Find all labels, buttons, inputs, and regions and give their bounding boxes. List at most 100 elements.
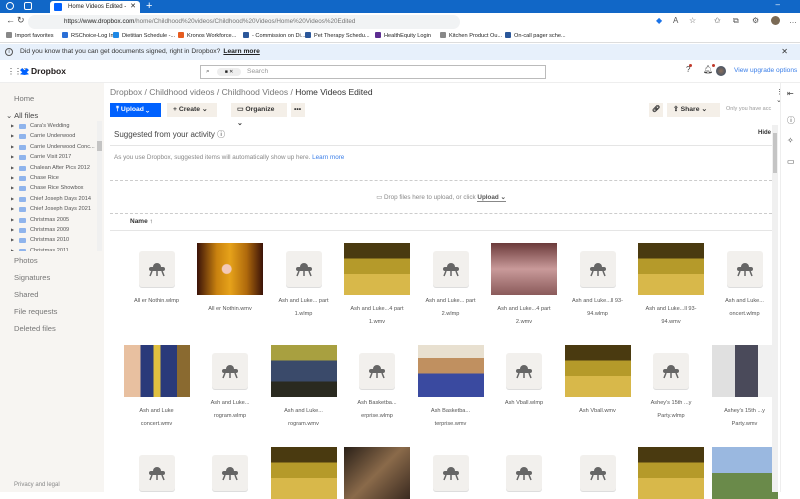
file-tile[interactable]: Ash and Luke... oncert.wlmp bbox=[708, 243, 781, 321]
folder-filter-chip[interactable]: ■ ✕ bbox=[217, 68, 241, 76]
breadcrumb-childhood-videos-2[interactable]: Childhood Videos bbox=[222, 87, 288, 97]
file-tile[interactable] bbox=[267, 447, 340, 499]
back-icon[interactable]: ← bbox=[6, 15, 15, 25]
file-tile[interactable] bbox=[708, 447, 781, 499]
sidebar-item-home[interactable]: Home bbox=[14, 94, 34, 103]
file-tile[interactable]: All er Nothin.wlmp bbox=[120, 243, 193, 321]
file-tile[interactable]: Ashey's 15th ...y Party.wlmp bbox=[635, 345, 708, 423]
dropbox-logo[interactable]: Dropbox bbox=[20, 66, 66, 76]
file-tile[interactable]: All er Nothin.wmv bbox=[194, 243, 267, 329]
collections-icon[interactable]: ⧉ bbox=[733, 16, 739, 26]
file-tile[interactable]: Ash and Luke... part 2.wlmp bbox=[414, 243, 487, 321]
sidebar-item-photos[interactable]: Photos bbox=[14, 256, 38, 265]
folder-tree-item[interactable]: ▶ Carrie Visit 2017 bbox=[2, 152, 102, 162]
new-tab-button[interactable]: + bbox=[146, 0, 152, 12]
sidebar-item-shared[interactable]: Shared bbox=[14, 290, 39, 299]
file-tile[interactable]: Ash and Luke...ll 93-94.wmv bbox=[635, 243, 708, 329]
file-tile[interactable]: Ash and Luke... rogram.wmv bbox=[267, 345, 340, 431]
bookmark-item[interactable]: Kronos Workforce... bbox=[178, 30, 236, 43]
drop-upload-link[interactable]: Upload ⌄ bbox=[477, 194, 506, 202]
extension-icon[interactable]: ◆ bbox=[656, 16, 662, 25]
file-tile[interactable]: Ash and Luke... rogram.wlmp bbox=[194, 345, 267, 423]
upload-button[interactable]: ⤒ Upload ⌄ bbox=[110, 103, 161, 117]
folder-tree-item[interactable]: ▶ Christmas 2010 bbox=[2, 235, 102, 245]
privacy-and-legal-link[interactable]: Privacy and legal bbox=[14, 482, 60, 488]
organize-button[interactable]: ▭ Organize ⌄ bbox=[231, 103, 287, 127]
expand-caret-icon[interactable]: ▶ bbox=[11, 163, 14, 173]
file-tile[interactable]: Ash and Luke...4 part 1.wmv bbox=[341, 243, 414, 329]
expand-caret-icon[interactable]: ▶ bbox=[11, 121, 14, 131]
extensions-icon[interactable]: ⚙ bbox=[752, 16, 759, 25]
tab-actions-icon[interactable] bbox=[24, 2, 32, 10]
file-tile[interactable] bbox=[414, 447, 487, 499]
bookmark-item[interactable]: RSChoice-Log In bbox=[62, 30, 114, 43]
expand-caret-icon[interactable]: ▶ bbox=[11, 225, 14, 235]
bookmark-item[interactable]: Pet Therapy Schedu... bbox=[305, 30, 370, 43]
banner-learn-more-link[interactable]: Learn more bbox=[223, 48, 259, 55]
expand-caret-icon[interactable]: ▶ bbox=[11, 173, 14, 183]
file-tile[interactable]: Ash Vball.wmv bbox=[561, 345, 634, 431]
info-panel-icon[interactable]: ⓘ bbox=[787, 115, 795, 126]
sort-by-name-header[interactable]: Name ↑ bbox=[130, 218, 153, 225]
info-icon[interactable]: ⓘ bbox=[217, 130, 225, 139]
file-tile[interactable]: Ash and Luke concert.wmv bbox=[120, 345, 193, 431]
close-tab-icon[interactable]: ✕ bbox=[130, 1, 136, 13]
expand-caret-icon[interactable]: ▶ bbox=[11, 246, 14, 251]
bookmark-item[interactable]: - Commission on Di... bbox=[243, 30, 305, 43]
file-tile[interactable] bbox=[561, 447, 634, 499]
file-tile[interactable] bbox=[488, 447, 561, 499]
sidebar-item-file-requests[interactable]: File requests bbox=[14, 307, 57, 316]
pin-icon[interactable]: ✧ bbox=[787, 136, 794, 145]
suggested-learn-more-link[interactable]: Learn more bbox=[312, 154, 344, 161]
expand-caret-icon[interactable]: ▶ bbox=[11, 194, 14, 204]
breadcrumb-dropbox[interactable]: Dropbox bbox=[110, 87, 142, 97]
file-tile[interactable] bbox=[194, 447, 267, 499]
create-button[interactable]: + Create ⌄ bbox=[167, 103, 217, 117]
bookmark-item[interactable]: On-call pager sche... bbox=[505, 30, 566, 43]
share-button[interactable]: ⇪ Share ⌄ bbox=[667, 103, 720, 117]
breadcrumb-childhood-videos[interactable]: Childhood videos bbox=[149, 87, 214, 97]
bookmark-item[interactable]: Dietitian Schedule -... bbox=[113, 30, 175, 43]
url-input[interactable]: https://www.dropbox.com/home/Childhood%2… bbox=[28, 15, 460, 29]
folder-tree-item[interactable]: ▶ Chase Rice bbox=[2, 173, 102, 183]
refresh-icon[interactable]: ↻ bbox=[17, 15, 25, 26]
hide-suggested-button[interactable]: Hide bbox=[758, 130, 771, 136]
folder-tree-item[interactable]: ▶ Carrie Underwood Conc... bbox=[2, 142, 102, 152]
file-tile[interactable]: Ash and Luke...4 part 2.wmv bbox=[488, 243, 561, 329]
collapse-panel-icon[interactable]: ⇤ bbox=[787, 89, 794, 98]
folder-tree-item[interactable]: ▶ Christmas 2011 bbox=[2, 246, 102, 251]
folder-tree-item[interactable]: ▶ Chalean After Pics 2012 bbox=[2, 163, 102, 173]
folder-tree-item[interactable]: ▶ Christmas 2009 bbox=[2, 225, 102, 235]
expand-caret-icon[interactable]: ▶ bbox=[11, 131, 14, 141]
expand-caret-icon[interactable]: ▶ bbox=[11, 215, 14, 225]
browser-tab[interactable]: Home Videos Edited - Dropbox✕ bbox=[50, 1, 140, 22]
sidebar-item-signatures[interactable]: Signatures bbox=[14, 273, 50, 282]
folder-tree-item[interactable]: ▶ Chief Joseph Days 2014 bbox=[2, 194, 102, 204]
file-tile[interactable]: Ashey's 15th ...y Party.wmv bbox=[708, 345, 781, 431]
bookmark-item[interactable]: Import favorites bbox=[6, 30, 54, 43]
view-upgrade-options-link[interactable]: View upgrade options bbox=[734, 67, 797, 74]
profile-icon[interactable] bbox=[6, 2, 14, 10]
folder-tree-item[interactable]: ▶ Christmas 2005 bbox=[2, 215, 102, 225]
read-aloud-icon[interactable]: A bbox=[673, 16, 678, 25]
more-actions-button[interactable]: ••• bbox=[291, 103, 305, 117]
expand-caret-icon[interactable]: ▶ bbox=[11, 204, 14, 214]
bookmark-item[interactable]: HealthEquity Login bbox=[375, 30, 431, 43]
drop-zone[interactable]: ▭ Drop files here to upload, or click Up… bbox=[110, 180, 772, 214]
search-input[interactable]: ⌕ ■ ✕ Search bbox=[200, 65, 546, 79]
expand-caret-icon[interactable]: ▶ bbox=[11, 142, 14, 152]
account-avatar[interactable] bbox=[716, 66, 726, 76]
file-tile[interactable]: Ash Basketba... erprise.wlmp bbox=[341, 345, 414, 423]
file-tile[interactable]: Ash Basketba... terprise.wmv bbox=[414, 345, 487, 431]
help-icon[interactable]: ? bbox=[686, 64, 693, 74]
file-tile[interactable]: Ash and Luke... part 1.wlmp bbox=[267, 243, 340, 321]
folder-settings-icon[interactable]: ▭ bbox=[787, 157, 795, 166]
folder-tree-item[interactable]: ▶ Carrie Underwood bbox=[2, 131, 102, 141]
file-tile[interactable] bbox=[120, 447, 193, 499]
folder-tree-item[interactable]: ▶ Cara's Wedding bbox=[2, 121, 102, 131]
favorites-icon[interactable]: ✩ bbox=[714, 16, 721, 25]
minimize-button[interactable]: – bbox=[776, 0, 780, 9]
bookmark-item[interactable]: Kitchen Product Ou... bbox=[440, 30, 502, 43]
user-avatar-icon[interactable] bbox=[771, 16, 780, 25]
close-banner-icon[interactable]: ✕ bbox=[781, 44, 788, 60]
